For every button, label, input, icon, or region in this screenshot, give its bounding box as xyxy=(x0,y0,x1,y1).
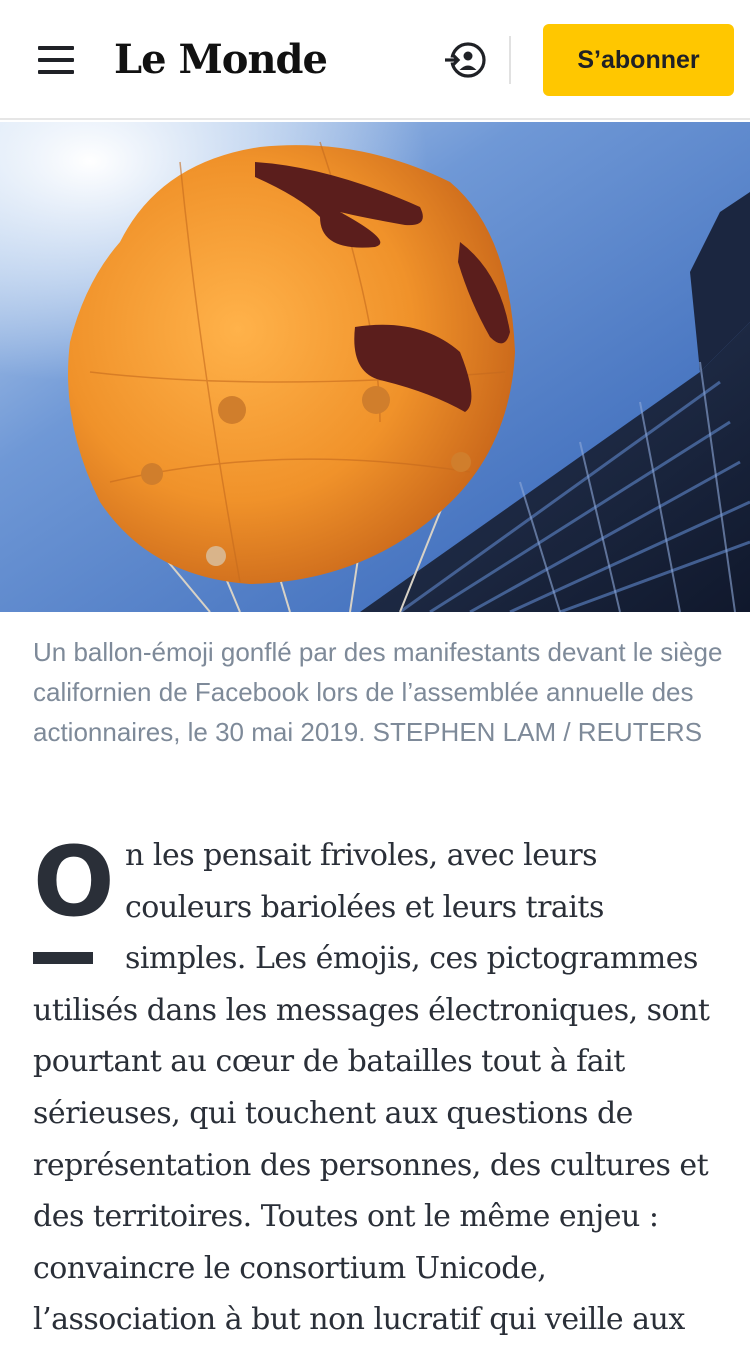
article-paragraph: n les pensait frivoles, avec leurs coule… xyxy=(33,838,710,1338)
article-body: O n les pensait frivoles, avec leurs cou… xyxy=(33,826,723,1346)
account-login-icon[interactable] xyxy=(444,40,488,80)
le-monde-logo[interactable]: Le Monde xyxy=(114,32,328,88)
dropcap-underline xyxy=(33,952,93,964)
photo-caption: Un ballon-émoji gonflé par des manifesta… xyxy=(33,637,723,747)
dropcap: O xyxy=(33,826,125,970)
header-divider xyxy=(509,36,511,84)
menu-line xyxy=(38,46,74,50)
subscribe-button[interactable]: S’abonner xyxy=(543,24,734,96)
menu-line xyxy=(38,58,74,62)
dropcap-letter: O xyxy=(33,826,115,938)
hamburger-menu-icon[interactable] xyxy=(38,46,74,74)
article-photo xyxy=(0,122,750,612)
top-bar: Le Monde S’abonner xyxy=(0,0,750,120)
menu-line xyxy=(38,70,74,74)
